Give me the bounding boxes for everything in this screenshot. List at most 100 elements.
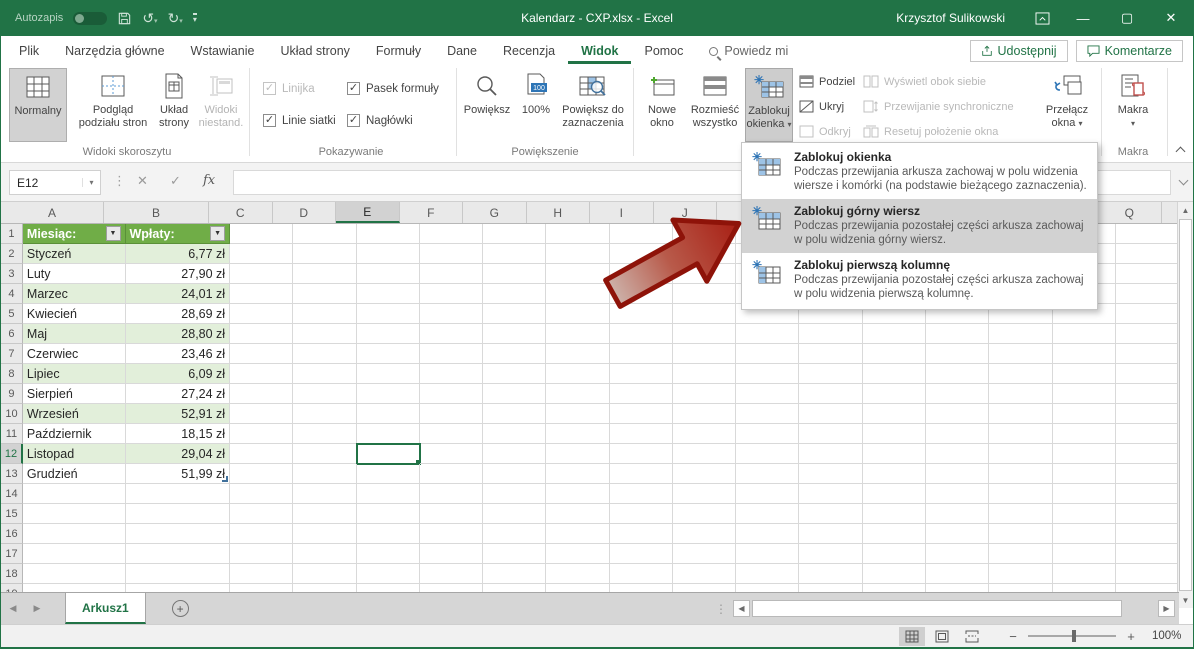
name-box[interactable]: E12 ▾ (9, 170, 101, 195)
cell-N13[interactable] (926, 464, 989, 484)
cell-B15[interactable] (126, 504, 231, 524)
view-side-by-side-button[interactable]: Wyświetl obok siebie (863, 75, 986, 88)
cell-L13[interactable] (799, 464, 862, 484)
cell-G12[interactable] (483, 444, 546, 464)
cell-P10[interactable] (1053, 404, 1116, 424)
cell-Q11[interactable] (1116, 424, 1179, 444)
cell-I2[interactable] (610, 244, 673, 264)
cell-H4[interactable] (546, 284, 609, 304)
cell-J18[interactable] (673, 564, 736, 584)
zoom-button[interactable]: Powiększ (461, 68, 513, 142)
cell-G2[interactable] (483, 244, 546, 264)
cell-O10[interactable] (989, 404, 1052, 424)
cell-A11[interactable]: Październik (23, 424, 126, 444)
cell-F12[interactable] (420, 444, 483, 464)
hide-button[interactable]: Ukryj (799, 100, 844, 113)
cell-Q8[interactable] (1116, 364, 1179, 384)
close-button[interactable]: ✕ (1149, 0, 1193, 36)
tab-uklad-strony[interactable]: Układ strony (267, 39, 362, 64)
hscroll-splitter[interactable]: ⋮ (715, 602, 733, 616)
cell-P12[interactable] (1053, 444, 1116, 464)
cell-J11[interactable] (673, 424, 736, 444)
cell-J9[interactable] (673, 384, 736, 404)
cell-I18[interactable] (610, 564, 673, 584)
cell-H15[interactable] (546, 504, 609, 524)
cell-D1[interactable] (293, 224, 356, 244)
cell-F16[interactable] (420, 524, 483, 544)
cell-C1[interactable] (230, 224, 293, 244)
cell-K8[interactable] (736, 364, 799, 384)
cell-F5[interactable] (420, 304, 483, 324)
cell-J19[interactable] (673, 584, 736, 592)
row-header-19[interactable]: 19 (1, 584, 23, 592)
row-header-15[interactable]: 15 (1, 504, 23, 524)
cell-O14[interactable] (989, 484, 1052, 504)
cell-A15[interactable] (23, 504, 126, 524)
cell-D7[interactable] (293, 344, 356, 364)
cell-M19[interactable] (863, 584, 926, 592)
cell-Q4[interactable] (1116, 284, 1179, 304)
cell-E7[interactable] (357, 344, 420, 364)
customize-qat-icon[interactable]: ▾ (193, 13, 197, 24)
cell-C7[interactable] (230, 344, 293, 364)
cell-P15[interactable] (1053, 504, 1116, 524)
filter-dropdown-icon[interactable]: ▼ (210, 226, 225, 241)
cell-B16[interactable] (126, 524, 231, 544)
cell-M12[interactable] (863, 444, 926, 464)
cell-J13[interactable] (673, 464, 736, 484)
cell-E11[interactable] (357, 424, 420, 444)
arrange-all-button[interactable]: Rozmieść wszystko (687, 68, 743, 142)
cell-G1[interactable] (483, 224, 546, 244)
row-header-8[interactable]: 8 (1, 364, 23, 384)
custom-views-button[interactable]: Widoki niestand. (197, 68, 245, 142)
undo-icon[interactable]: ↺▾ (142, 11, 157, 25)
cell-Q5[interactable] (1116, 304, 1179, 324)
cell-I4[interactable] (610, 284, 673, 304)
vertical-scrollbar[interactable]: ▲ ▼ (1177, 202, 1193, 608)
cell-H3[interactable] (546, 264, 609, 284)
cell-J4[interactable] (673, 284, 736, 304)
cell-C14[interactable] (230, 484, 293, 504)
cell-D9[interactable] (293, 384, 356, 404)
column-header-E[interactable]: E (336, 202, 400, 223)
table-resize-handle[interactable] (222, 476, 228, 482)
cell-G11[interactable] (483, 424, 546, 444)
cell-P11[interactable] (1053, 424, 1116, 444)
cell-N18[interactable] (926, 564, 989, 584)
filter-dropdown-icon[interactable]: ▼ (106, 226, 121, 241)
column-header-A[interactable]: A (1, 202, 104, 223)
cell-C6[interactable] (230, 324, 293, 344)
cell-M13[interactable] (863, 464, 926, 484)
cell-J7[interactable] (673, 344, 736, 364)
cell-L6[interactable] (799, 324, 862, 344)
redo-icon[interactable]: ↻▾ (168, 11, 183, 25)
cell-C9[interactable] (230, 384, 293, 404)
cell-O11[interactable] (989, 424, 1052, 444)
row-header-7[interactable]: 7 (1, 344, 23, 364)
menu-item-freeze-panes[interactable]: ✳ Zablokuj okienkaPodczas przewijania ar… (742, 145, 1097, 199)
cell-Q16[interactable] (1116, 524, 1179, 544)
new-window-button[interactable]: Nowe okno (639, 68, 685, 142)
cell-H16[interactable] (546, 524, 609, 544)
cell-L15[interactable] (799, 504, 862, 524)
zoom-slider[interactable] (1028, 635, 1116, 637)
cell-J14[interactable] (673, 484, 736, 504)
reset-window-position-button[interactable]: Resetuj położenie okna (863, 125, 998, 138)
cell-J6[interactable] (673, 324, 736, 344)
cell-O19[interactable] (989, 584, 1052, 592)
cell-C13[interactable] (230, 464, 293, 484)
cell-G3[interactable] (483, 264, 546, 284)
cell-F7[interactable] (420, 344, 483, 364)
cell-A19[interactable] (23, 584, 126, 592)
cell-C8[interactable] (230, 364, 293, 384)
cell-L9[interactable] (799, 384, 862, 404)
cell-I5[interactable] (610, 304, 673, 324)
column-header-J[interactable]: J (654, 202, 718, 223)
sheet-tab-arkusz1[interactable]: Arkusz1 (65, 593, 146, 624)
cell-N11[interactable] (926, 424, 989, 444)
cell-D11[interactable] (293, 424, 356, 444)
page-break-preview-button[interactable]: Podgląd podziału stron (71, 68, 155, 142)
cell-H14[interactable] (546, 484, 609, 504)
cell-D15[interactable] (293, 504, 356, 524)
cell-F6[interactable] (420, 324, 483, 344)
